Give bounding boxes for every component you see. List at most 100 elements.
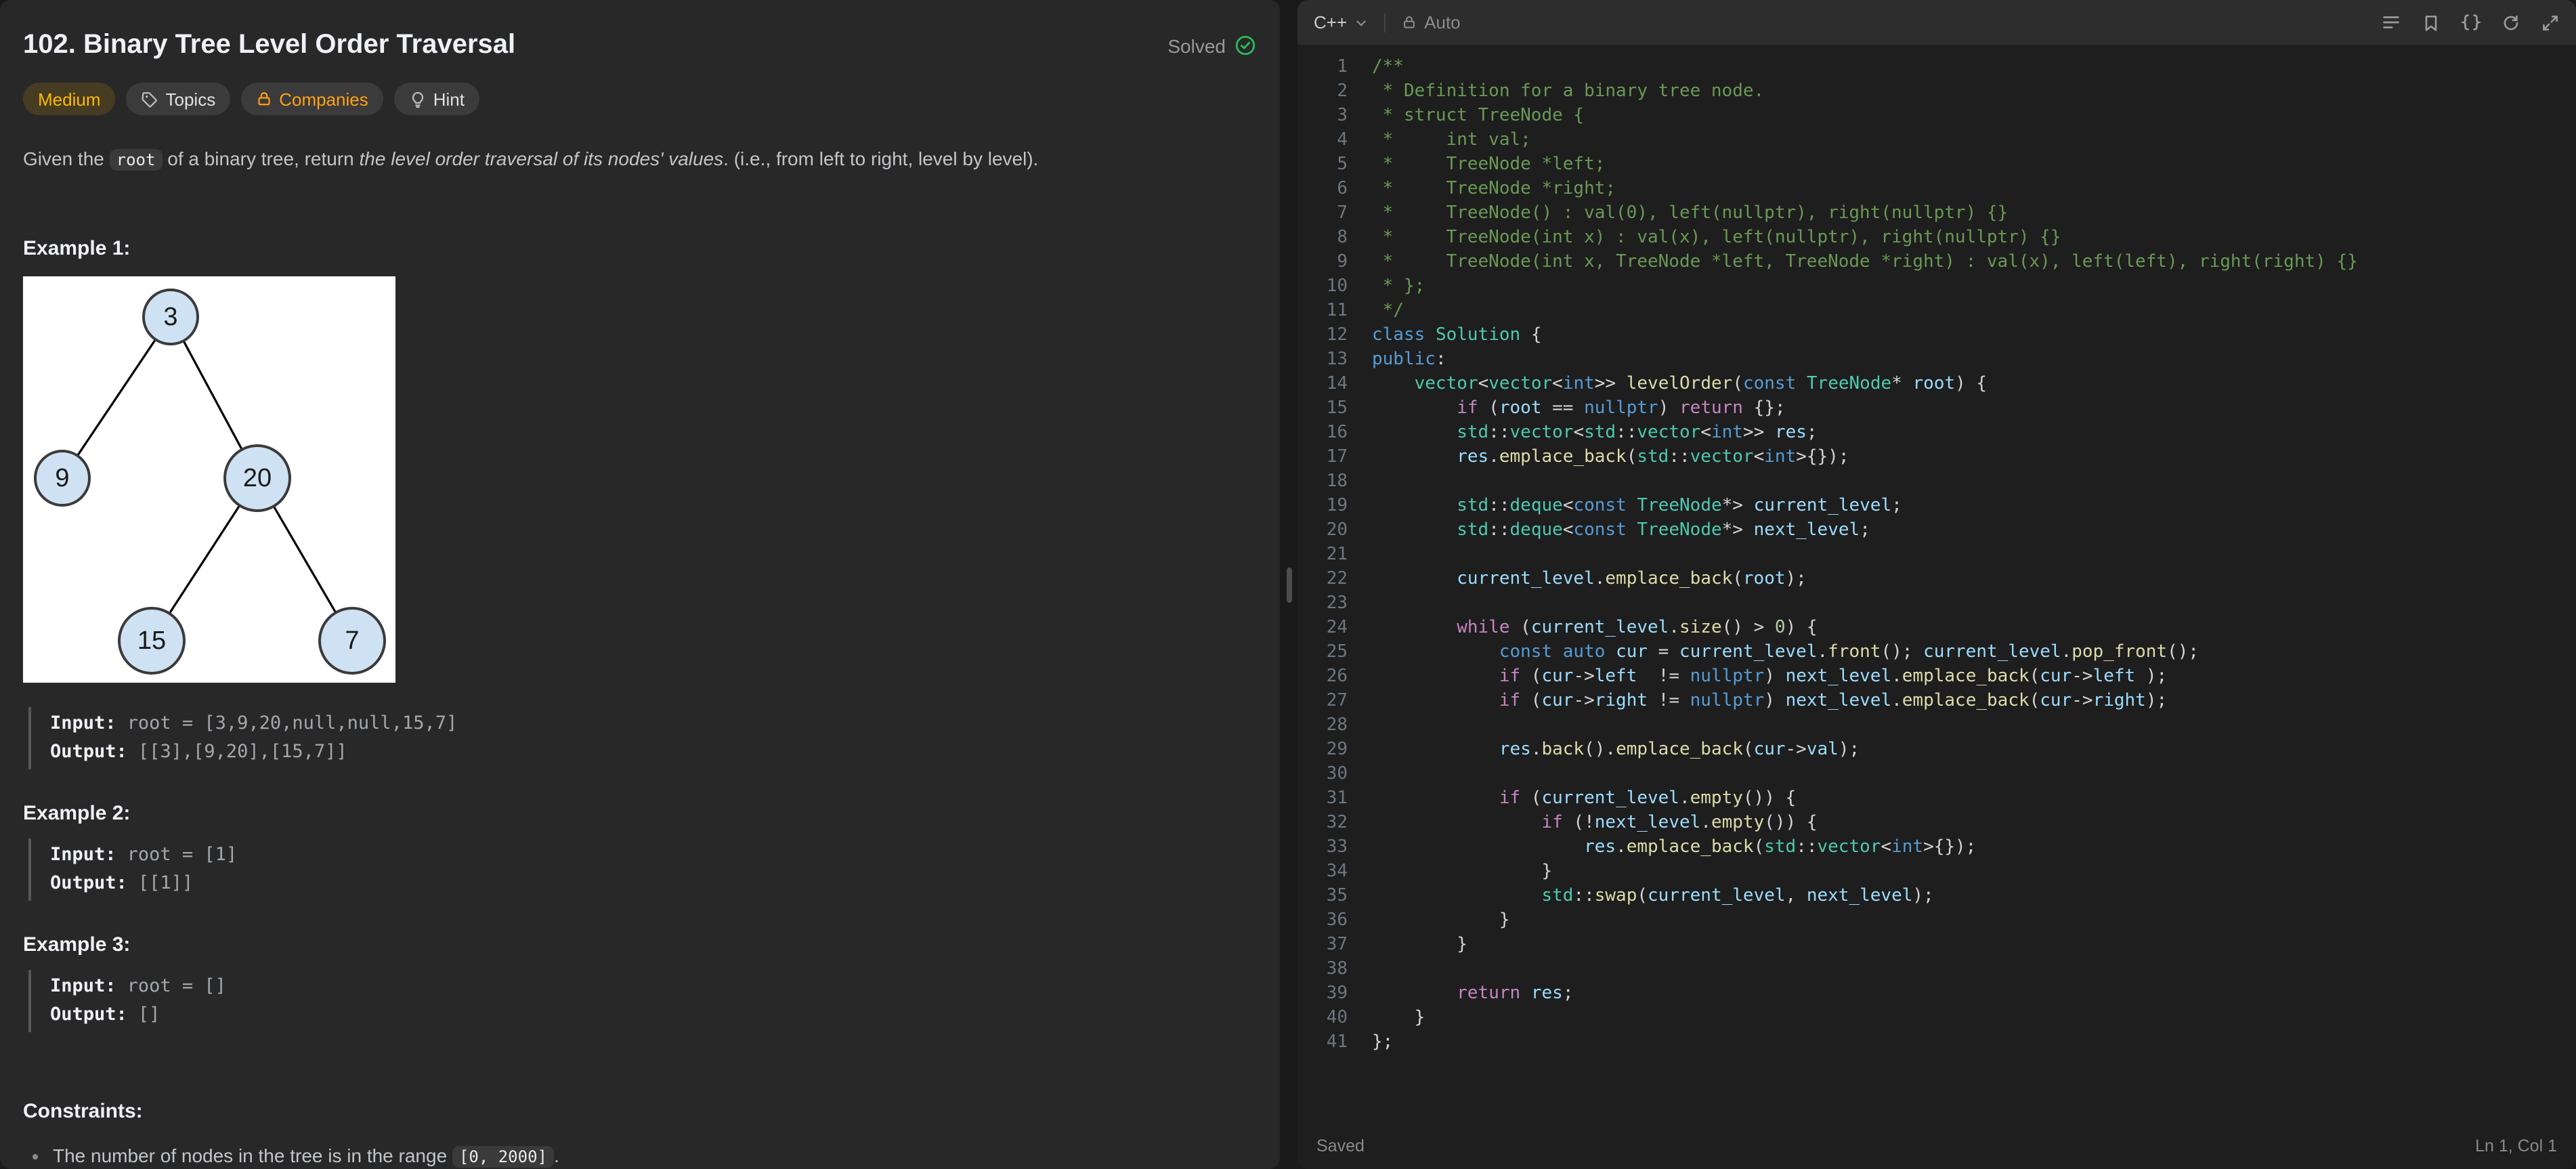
code-line[interactable]: 30 (1297, 763, 2576, 787)
code-line[interactable]: 10 * }; (1297, 275, 2576, 299)
code-line[interactable]: 12class Solution { (1297, 324, 2576, 348)
code-line[interactable]: 33 res.emplace_back(std::vector<int>{}); (1297, 836, 2576, 860)
code-line[interactable]: 15 if (root == nullptr) return {}; (1297, 397, 2576, 421)
code-line[interactable]: 25 const auto cur = current_level.front(… (1297, 641, 2576, 665)
fullscreen-button[interactable] (2541, 13, 2560, 32)
panel-divider[interactable] (1280, 0, 1297, 1169)
code-line[interactable]: 34 } (1297, 860, 2576, 885)
code-line[interactable]: 3 * struct TreeNode { (1297, 104, 2576, 129)
code-line[interactable]: 41}; (1297, 1031, 2576, 1055)
line-number: 33 (1297, 836, 1348, 860)
problem-panel: 102. Binary Tree Level Order Traversal S… (0, 0, 1280, 1169)
input-label: Input: (50, 843, 116, 865)
code-line[interactable]: 22 current_level.emplace_back(root); (1297, 568, 2576, 592)
svg-text:9: 9 (55, 463, 69, 492)
code-line[interactable]: 5 * TreeNode *left; (1297, 153, 2576, 177)
code-line[interactable]: 24 while (current_level.size() > 0) { (1297, 616, 2576, 641)
solved-status[interactable]: Solved (1167, 35, 1255, 56)
line-number: 28 (1297, 714, 1348, 738)
constraints-heading: Constraints: (23, 1099, 1255, 1122)
language-selector[interactable]: C++ (1314, 12, 1367, 33)
save-status: Saved (1316, 1136, 1365, 1155)
code-line[interactable]: 32 if (!next_level.empty()) { (1297, 811, 2576, 836)
line-number: 12 (1297, 324, 1348, 348)
code-line[interactable]: 26 if (cur->left != nullptr) next_level.… (1297, 665, 2576, 689)
line-number: 15 (1297, 397, 1348, 421)
line-number: 16 (1297, 421, 1348, 446)
code-line[interactable]: 14 vector<vector<int>> levelOrder(const … (1297, 373, 2576, 397)
check-circle-icon (1235, 35, 1255, 56)
line-number: 8 (1297, 226, 1348, 251)
line-number: 13 (1297, 348, 1348, 373)
example-1-output: [[3],[9,20],[15,7]] (138, 740, 347, 762)
resize-handle-icon[interactable] (1286, 567, 1291, 602)
example-3: Example 3: Input:root = [] Output:[] (23, 933, 1255, 1032)
line-number: 20 (1297, 519, 1348, 543)
editor-statusbar: Saved Ln 1, Col 1 (1297, 1123, 2576, 1169)
code-line[interactable]: 35 std::swap(current_level, next_level); (1297, 885, 2576, 909)
code-line[interactable]: 37 } (1297, 933, 2576, 958)
code-line[interactable]: 20 std::deque<const TreeNode*> next_leve… (1297, 519, 2576, 543)
line-number: 39 (1297, 982, 1348, 1006)
topics-badge[interactable]: Topics (127, 83, 231, 115)
code-line[interactable]: 38 (1297, 958, 2576, 982)
code-line[interactable]: 8 * TreeNode(int x) : val(x), left(nullp… (1297, 226, 2576, 251)
difficulty-badge[interactable]: Medium (23, 83, 116, 115)
code-line[interactable]: 18 (1297, 470, 2576, 494)
example-2-block: Input:root = [1] Output:[[1]] (28, 838, 1255, 900)
code-line[interactable]: 31 if (current_level.empty()) { (1297, 787, 2576, 811)
code-line[interactable]: 40 } (1297, 1006, 2576, 1031)
code-line[interactable]: 27 if (cur->right != nullptr) next_level… (1297, 689, 2576, 714)
line-number: 26 (1297, 665, 1348, 689)
hint-badge[interactable]: Hint (394, 83, 479, 115)
line-number: 5 (1297, 153, 1348, 177)
example-2: Example 2: Input:root = [1] Output:[[1]] (23, 801, 1255, 900)
example-3-block: Input:root = [] Output:[] (28, 969, 1255, 1032)
editor-panel: C++ Auto 1/**2 * Definition for a binary… (1297, 0, 2576, 1169)
format-icon (2381, 12, 2401, 33)
code-line[interactable]: 7 * TreeNode() : val(0), left(nullptr), … (1297, 202, 2576, 226)
line-number: 22 (1297, 568, 1348, 592)
code-line[interactable]: 23 (1297, 592, 2576, 616)
line-number: 11 (1297, 299, 1348, 324)
output-label: Output: (50, 1003, 127, 1025)
bookmark-icon (2422, 13, 2441, 32)
bookmark-button[interactable] (2422, 13, 2441, 32)
svg-text:20: 20 (243, 463, 272, 492)
line-number: 30 (1297, 763, 1348, 787)
line-number: 2 (1297, 80, 1348, 104)
code-line[interactable]: 1/** (1297, 56, 2576, 80)
example-3-output: [] (138, 1003, 160, 1025)
reset-button[interactable] (2502, 13, 2520, 32)
editor-toolbar: C++ Auto (1297, 0, 2576, 45)
line-number: 25 (1297, 641, 1348, 665)
code-line[interactable]: 4 * int val; (1297, 129, 2576, 153)
code-line[interactable]: 11 */ (1297, 299, 2576, 324)
code-line[interactable]: 17 res.emplace_back(std::vector<int>{}); (1297, 446, 2576, 470)
line-number: 40 (1297, 1006, 1348, 1031)
code-line[interactable]: 2 * Definition for a binary tree node. (1297, 80, 2576, 104)
example-2-heading: Example 2: (23, 801, 1255, 824)
page-title: 102. Binary Tree Level Order Traversal (23, 30, 515, 61)
code-line[interactable]: 29 res.back().emplace_back(cur->val); (1297, 738, 2576, 763)
code-line[interactable]: 16 std::vector<std::vector<int>> res; (1297, 421, 2576, 446)
companies-badge[interactable]: Companies (241, 83, 383, 115)
code-line[interactable]: 13public: (1297, 348, 2576, 373)
format-button[interactable] (2381, 12, 2401, 33)
code-line[interactable]: 39 return res; (1297, 982, 2576, 1006)
code-line[interactable]: 36 } (1297, 909, 2576, 933)
brackets-button[interactable] (2461, 12, 2481, 33)
auto-save-indicator[interactable]: Auto (1401, 12, 1461, 33)
code-line[interactable]: 6 * TreeNode *right; (1297, 177, 2576, 202)
example-2-output: [[1]] (138, 872, 193, 893)
code-line[interactable]: 19 std::deque<const TreeNode*> current_l… (1297, 494, 2576, 519)
code-line[interactable]: 21 (1297, 543, 2576, 568)
problem-description: Given the root of a binary tree, return … (23, 145, 1255, 174)
example-1-heading: Example 1: (23, 236, 1255, 259)
code-editor[interactable]: 1/**2 * Definition for a binary tree nod… (1297, 45, 2576, 1123)
code-line[interactable]: 9 * TreeNode(int x, TreeNode *left, Tree… (1297, 251, 2576, 275)
svg-text:15: 15 (137, 626, 166, 654)
line-number: 31 (1297, 787, 1348, 811)
code-line[interactable]: 28 (1297, 714, 2576, 738)
output-label: Output: (50, 872, 127, 893)
